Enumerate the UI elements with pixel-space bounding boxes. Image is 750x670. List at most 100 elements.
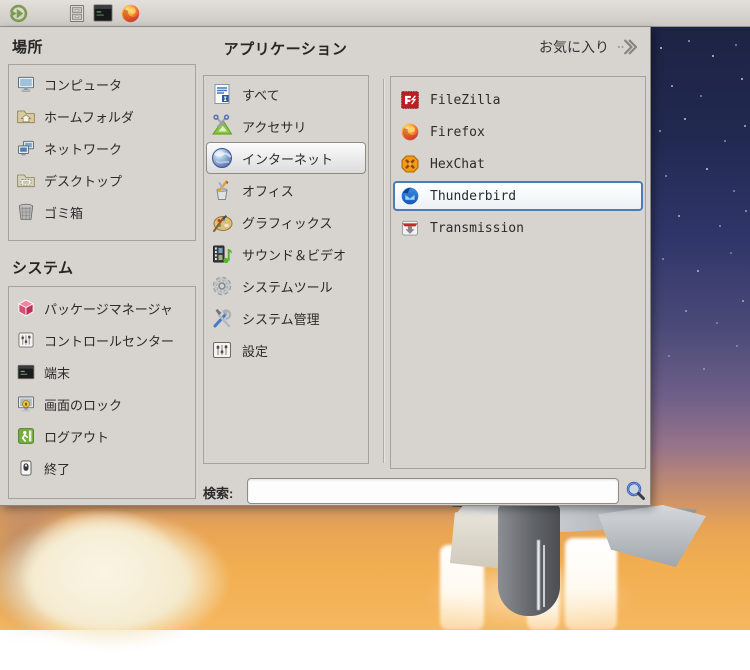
control-center-icon [18, 332, 34, 348]
mint-menu-button[interactable] [7, 2, 29, 24]
places-header: 場所 [12, 39, 44, 56]
app-item-thunderbird[interactable]: Thunderbird [393, 181, 643, 211]
favorites-button[interactable]: お気に入り [498, 36, 638, 58]
category-settings[interactable]: 設定 [204, 334, 368, 366]
search-input[interactable] [247, 478, 619, 504]
double-arrow-right-icon [617, 39, 638, 55]
favorites-label: お気に入り [539, 39, 609, 55]
app-item-firefox[interactable]: Firefox [391, 116, 645, 148]
computer-icon [18, 76, 34, 92]
item-label: システム管理 [242, 311, 320, 327]
places-list: コンピュータ ホームフォルダ ネットワーク デスクトップ ゴミ箱 [8, 64, 196, 241]
search-button[interactable] [624, 479, 648, 503]
item-label: すべて [242, 87, 280, 103]
item-label: Transmission [430, 220, 524, 236]
quit-icon [20, 460, 32, 476]
places-item-trash[interactable]: ゴミ箱 [9, 196, 195, 228]
places-item-network[interactable]: ネットワーク [9, 132, 195, 164]
item-label: コンピュータ [44, 77, 123, 93]
item-label: アクセサリ [242, 119, 307, 135]
item-label: 設定 [242, 343, 269, 359]
firefox-launcher-icon [121, 4, 139, 22]
item-label: 画面のロック [44, 397, 123, 413]
places-item-desktop[interactable]: デスクトップ [9, 164, 195, 196]
category-list: すべて アクセサリ インターネット オフィス グラフィックス サウンド＆ビデオ … [203, 75, 369, 464]
desktop-icon [17, 174, 35, 188]
system-item-terminal[interactable]: 端末 [9, 356, 195, 388]
settings-icon [213, 342, 231, 358]
thunderbird-icon [401, 187, 419, 205]
system-item-package-manager[interactable]: パッケージマネージャ [9, 292, 195, 324]
office-icon [216, 180, 229, 200]
item-label: 終了 [44, 461, 71, 477]
rocket-exhaust-streak [537, 540, 540, 610]
item-label: ホームフォルダ [44, 109, 134, 125]
terminal-launcher[interactable] [92, 2, 114, 24]
item-label: ネットワーク [44, 141, 123, 157]
category-all[interactable]: すべて [204, 78, 368, 110]
firefox-launcher[interactable] [119, 2, 141, 24]
hexchat-icon [401, 155, 419, 173]
system-list: パッケージマネージャ コントロールセンター 端末 画面のロック ログアウト 終了 [8, 286, 196, 499]
screen-lock-icon [18, 396, 34, 412]
system-item-quit[interactable]: 終了 [9, 452, 195, 484]
search-label: 検索: [203, 486, 234, 501]
category-internet[interactable]: インターネット [206, 142, 366, 174]
accessories-icon [212, 114, 233, 135]
file-manager-icon [69, 4, 85, 22]
item-label: サウンド＆ビデオ [242, 247, 347, 263]
item-label: オフィス [242, 183, 294, 199]
rocket-exhaust-plume [565, 538, 617, 630]
category-system-tools[interactable]: システムツール [204, 270, 368, 302]
logout-icon [18, 428, 34, 444]
internet-icon [212, 148, 232, 168]
mint-menu-icon [9, 4, 27, 22]
places-item-home-folder[interactable]: ホームフォルダ [9, 100, 195, 132]
app-item-filezilla[interactable]: FileZilla [391, 84, 645, 116]
firefox-icon [401, 123, 419, 141]
item-label: 端末 [44, 365, 71, 381]
category-graphics[interactable]: グラフィックス [204, 206, 368, 238]
top-panel [0, 0, 750, 27]
rocket-exhaust-streak [543, 545, 545, 607]
category-sound-video[interactable]: サウンド＆ビデオ [204, 238, 368, 270]
system-tools-icon [212, 276, 232, 296]
item-label: システムツール [242, 279, 333, 295]
rocket-body [498, 504, 560, 616]
app-item-hexchat[interactable]: HexChat [391, 148, 645, 180]
places-item-computer[interactable]: コンピュータ [9, 68, 195, 100]
app-item-transmission[interactable]: Transmission [391, 212, 645, 244]
item-label: パッケージマネージャ [44, 301, 173, 317]
home-folder-icon [17, 110, 35, 124]
item-label: Thunderbird [430, 188, 517, 204]
application-list: FileZilla Firefox HexChat Thunderbird Tr… [390, 76, 646, 469]
category-accessories[interactable]: アクセサリ [204, 110, 368, 142]
system-admin-icon [213, 309, 232, 328]
trash-icon [18, 203, 34, 220]
sound-video-icon [213, 245, 232, 264]
category-system-admin[interactable]: システム管理 [204, 302, 368, 334]
terminal-icon [17, 364, 35, 380]
mint-menu-window: 場所 コンピュータ ホームフォルダ ネットワーク デスクトップ ゴミ箱 システム… [0, 27, 651, 506]
item-label: ログアウト [44, 429, 110, 445]
column-separator [383, 79, 385, 463]
item-label: ゴミ箱 [44, 205, 84, 221]
system-item-screen-lock[interactable]: 画面のロック [9, 388, 195, 420]
file-manager-launcher[interactable] [66, 2, 88, 24]
system-item-control-center[interactable]: コントロールセンター [9, 324, 195, 356]
network-icon [18, 140, 34, 156]
item-label: Firefox [430, 124, 485, 140]
smoke-cloud-highlight [15, 505, 190, 640]
item-label: グラフィックス [242, 215, 333, 231]
applications-header: アプリケーション [223, 41, 348, 58]
system-item-logout[interactable]: ログアウト [9, 420, 195, 452]
all-icon [214, 84, 230, 104]
item-label: HexChat [430, 156, 485, 172]
category-office[interactable]: オフィス [204, 174, 368, 206]
item-label: インターネット [242, 151, 334, 167]
filezilla-icon [401, 91, 419, 109]
item-label: コントロールセンター [44, 333, 175, 349]
search-icon [626, 481, 645, 500]
terminal-launcher-icon [93, 4, 113, 22]
item-label: FileZilla [430, 92, 501, 108]
